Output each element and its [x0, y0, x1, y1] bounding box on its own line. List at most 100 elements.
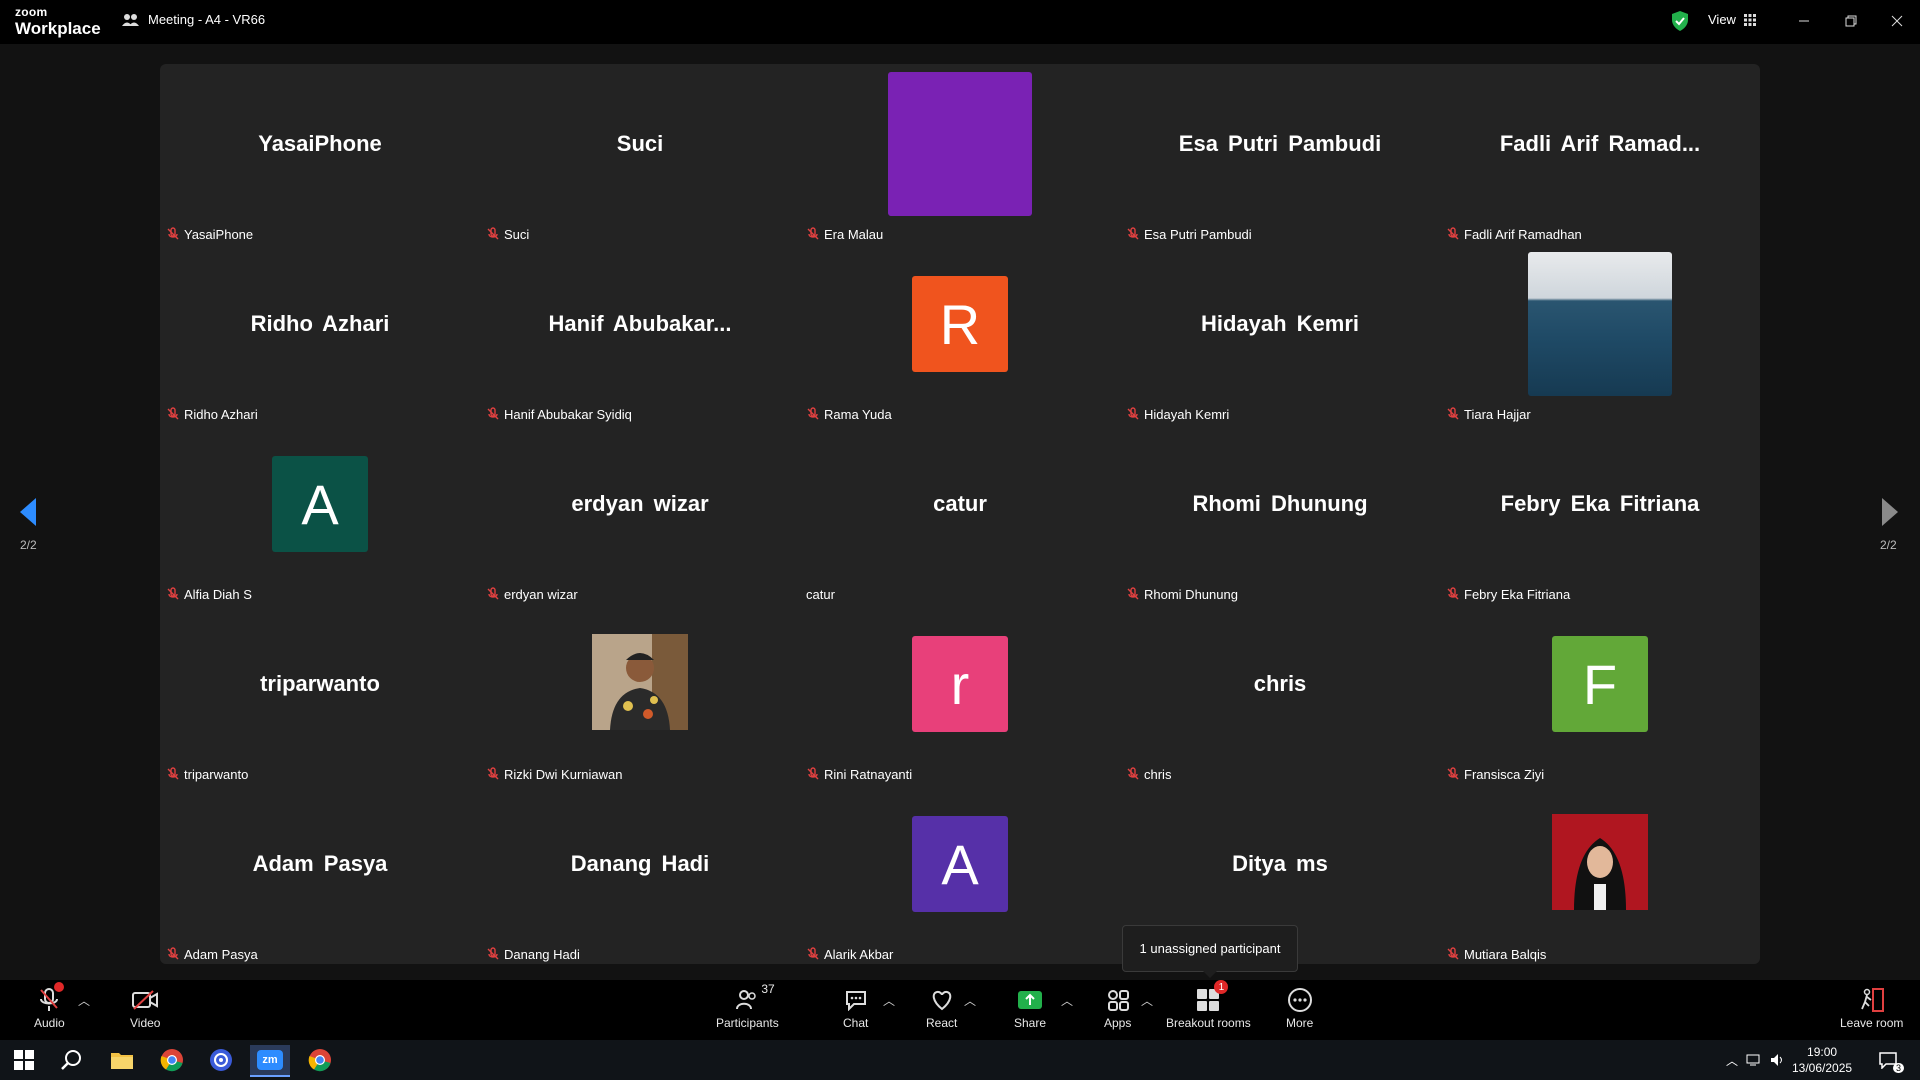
file-explorer-icon[interactable] — [102, 1045, 142, 1075]
system-tray: ︿ — [1726, 1040, 1786, 1080]
security-shield-icon[interactable] — [1670, 10, 1690, 37]
leave-room-button[interactable]: Leave room — [1840, 986, 1903, 1030]
participant-display-name: YasaiPhone — [258, 131, 382, 156]
camera-off-icon — [132, 990, 159, 1010]
participant-tile[interactable]: F Fransisca Ziyi — [1440, 604, 1760, 784]
gallery-view: YasaiPhone YasaiPhone Suci Suci Era Malau Esa… — [160, 64, 1760, 964]
tile-content: Ridho Azhari — [160, 254, 480, 394]
avatar: A — [912, 816, 1008, 912]
audio-button[interactable]: Audio — [34, 982, 65, 1030]
participant-tile[interactable]: Era Malau — [800, 64, 1120, 244]
next-page-button[interactable] — [1880, 496, 1900, 533]
participant-tile[interactable]: R Rama Yuda — [800, 244, 1120, 424]
participant-name-label: Hidayah Kemri — [1126, 404, 1229, 424]
participant-name: Tiara Hajjar — [1464, 406, 1531, 422]
participant-display-name: Hidayah Kemri — [1200, 311, 1360, 336]
participant-tile[interactable]: Esa Putri Pambudi Esa Putri Pambudi — [1120, 64, 1440, 244]
tile-content: Ditya ms — [1120, 794, 1440, 934]
participant-name-label: Mutiara Balqis — [1446, 944, 1546, 964]
participant-display-name: Fadli Arif Ramad... — [1499, 131, 1701, 156]
muted-mic-icon — [806, 227, 820, 241]
audio-options-caret[interactable]: ︿ — [78, 992, 90, 1009]
apps-button[interactable]: Apps — [1104, 986, 1131, 1030]
participant-tile[interactable]: erdyan wizar erdyan wizar — [480, 424, 800, 604]
participant-name: Alfia Diah S — [184, 586, 252, 602]
logo-top: zoom — [15, 5, 48, 19]
chat-options-caret[interactable]: ︿ — [883, 992, 895, 1009]
video-label: Video — [130, 1016, 161, 1030]
close-icon — [1891, 15, 1903, 27]
notifications-button[interactable]: 3 — [1870, 1045, 1906, 1075]
participants-icon — [736, 990, 757, 1010]
participant-tile[interactable]: Tiara Hajjar — [1440, 244, 1760, 424]
muted-mic-icon — [1126, 767, 1140, 781]
participant-name: chris — [1144, 766, 1172, 782]
network-icon[interactable] — [1746, 1053, 1762, 1067]
chrome-icon[interactable] — [152, 1045, 192, 1075]
participant-name-label: Alarik Akbar — [806, 944, 893, 964]
chevron-up-icon[interactable]: ︿ — [1726, 1052, 1738, 1069]
participant-tile[interactable]: Suci Suci — [480, 64, 800, 244]
participant-name: Rhomi Dhunung — [1144, 586, 1238, 602]
more-button[interactable]: More — [1286, 986, 1313, 1030]
tile-content: F — [1440, 614, 1760, 754]
apps-label: Apps — [1104, 1016, 1132, 1030]
participant-tile[interactable]: triparwanto triparwanto — [160, 604, 480, 784]
restore-button[interactable] — [1836, 10, 1866, 32]
avatar: F — [1552, 636, 1648, 732]
browser-icon[interactable] — [201, 1045, 241, 1075]
participant-name: Fadli Arif Ramadhan — [1464, 226, 1582, 242]
chat-button[interactable]: Chat — [843, 986, 868, 1030]
participant-display-name: Rhomi Dhunung — [1192, 491, 1368, 516]
participants-button[interactable]: 37 Participants — [716, 982, 779, 1030]
participant-tile[interactable]: Danang Hadi Danang Hadi — [480, 784, 800, 964]
participant-name: catur — [806, 586, 835, 602]
muted-mic-icon — [166, 587, 180, 601]
search-icon[interactable] — [52, 1045, 92, 1075]
share-options-caret[interactable]: ︿ — [1061, 992, 1073, 1009]
participant-tile[interactable]: Fadli Arif Ramad... Fadli Arif Ramadhan — [1440, 64, 1760, 244]
participant-name-label: Fadli Arif Ramadhan — [1446, 224, 1582, 244]
muted-mic-icon — [1446, 407, 1460, 421]
participant-tile[interactable]: chris chris — [1120, 604, 1440, 784]
video-button[interactable]: Video — [130, 986, 160, 1030]
volume-icon[interactable] — [1770, 1053, 1786, 1067]
chrome-profile-icon[interactable] — [300, 1045, 340, 1075]
participant-tile[interactable]: Rhomi Dhunung Rhomi Dhunung — [1120, 424, 1440, 604]
react-button[interactable]: React — [926, 986, 957, 1030]
previous-page-button[interactable] — [18, 496, 38, 533]
leave-room-label: Leave room — [1840, 1016, 1904, 1030]
view-button[interactable]: View — [1708, 12, 1756, 27]
participant-tile[interactable]: Hidayah Kemri Hidayah Kemri — [1120, 244, 1440, 424]
participant-tile[interactable]: Ridho Azhari Ridho Azhari — [160, 244, 480, 424]
participant-tile[interactable]: A Alarik Akbar — [800, 784, 1120, 964]
muted-mic-icon — [486, 767, 500, 781]
participant-tile[interactable]: catur catur — [800, 424, 1120, 604]
heart-icon — [932, 990, 951, 1011]
close-button[interactable] — [1882, 10, 1912, 32]
participant-tile[interactable]: Rizki Dwi Kurniawan — [480, 604, 800, 784]
share-button[interactable]: Share — [1014, 986, 1046, 1030]
meeting-toolbar: Audio ︿ Video 37 Participants Chat ︿ Rea… — [0, 980, 1920, 1040]
zoom-taskbar-icon[interactable]: zm — [250, 1045, 290, 1077]
avatar — [888, 72, 1032, 216]
participant-name-label: Suci — [486, 224, 529, 244]
breakout-rooms-button[interactable]: 1 Breakout rooms — [1166, 980, 1251, 1030]
muted-mic-icon — [166, 227, 180, 241]
system-clock[interactable]: 19:00 13/06/2025 — [1792, 1044, 1852, 1076]
participant-tile[interactable]: r Rini Ratnayanti — [800, 604, 1120, 784]
apps-options-caret[interactable]: ︿ — [1141, 992, 1153, 1009]
participant-tile[interactable]: Mutiara Balqis — [1440, 784, 1760, 964]
muted-mic-icon — [486, 407, 500, 421]
meeting-info[interactable]: Meeting - A4 - VR66 — [122, 12, 265, 27]
participant-name-label: Alfia Diah S — [166, 584, 252, 604]
participant-tile[interactable]: Febry Eka Fitriana Febry Eka Fitriana — [1440, 424, 1760, 604]
muted-mic-icon — [806, 767, 820, 781]
react-options-caret[interactable]: ︿ — [964, 992, 976, 1009]
participant-tile[interactable]: Adam Pasya Adam Pasya — [160, 784, 480, 964]
participant-tile[interactable]: A Alfia Diah S — [160, 424, 480, 604]
participant-tile[interactable]: YasaiPhone YasaiPhone — [160, 64, 480, 244]
windows-start-icon[interactable] — [4, 1045, 44, 1075]
minimize-button[interactable] — [1789, 10, 1819, 32]
participant-tile[interactable]: Hanif Abubakar... Hanif Abubakar Syidiq — [480, 244, 800, 424]
